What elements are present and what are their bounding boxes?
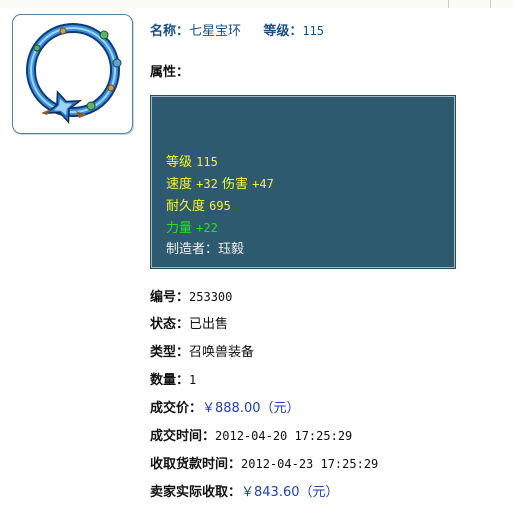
quantity-row: 数量：1: [150, 373, 197, 388]
payment-time: 2012-04-23 17:25:29: [241, 457, 379, 471]
attr-maker: 制造者：珏毅: [166, 242, 245, 257]
item-level: 115: [302, 24, 325, 38]
deal-time-row: 成交时间：2012-04-20 17:25:29: [150, 429, 353, 444]
top-edge: [0, 0, 514, 8]
level-label: 等级：: [263, 24, 303, 39]
item-detail-page: 名称：七星宝环 等级：115 属性： 等级 115 速度 +32 伤害 +47 …: [0, 0, 514, 512]
item-thumbnail[interactable]: [12, 14, 133, 134]
status-row: 状态：已出售: [150, 317, 229, 332]
attr-level: 等级 115: [166, 155, 218, 170]
attr-strength: 力量 +22: [166, 221, 218, 236]
deal-time: 2012-04-20 17:25:29: [215, 429, 353, 443]
seller-income: ￥843.60（元）: [241, 485, 339, 500]
price-row: 成交价：￥888.00（元）: [150, 401, 300, 416]
name-label: 名称：: [150, 24, 190, 39]
type-row: 类型：召唤兽装备: [150, 345, 255, 360]
seller-income-row: 卖家实际收取：￥843.60（元）: [150, 485, 339, 500]
attributes-panel: 等级 115 速度 +32 伤害 +47 耐久度 695 力量 +22 制造者：…: [150, 95, 456, 269]
attr-durability: 耐久度 695: [166, 199, 231, 214]
payment-time-row: 收取货款时间：2012-04-23 17:25:29: [150, 457, 379, 472]
item-type: 召唤兽装备: [189, 345, 255, 360]
attr-speed-damage: 速度 +32 伤害 +47: [166, 177, 274, 192]
item-number: 253300: [189, 290, 233, 304]
attributes-heading: 属性：: [150, 65, 190, 80]
item-status: 已出售: [189, 317, 229, 332]
item-quantity: 1: [189, 373, 197, 387]
number-row: 编号：253300: [150, 290, 233, 305]
item-name: 七星宝环: [189, 24, 242, 39]
deal-price: ￥888.00（元）: [202, 401, 300, 416]
ring-icon: [26, 23, 122, 124]
item-title-row: 名称：七星宝环 等级：115: [150, 20, 324, 39]
